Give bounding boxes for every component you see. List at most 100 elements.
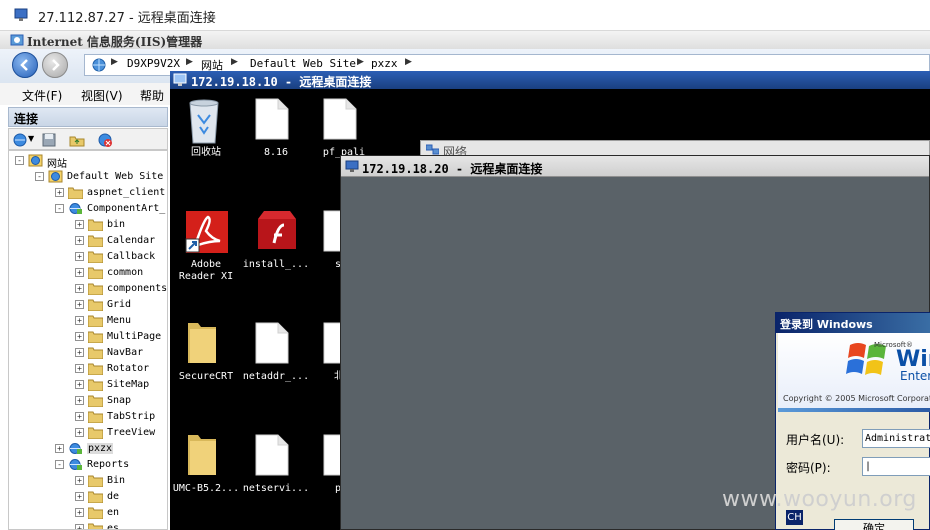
expand-icon[interactable]: + <box>55 444 64 453</box>
expand-icon[interactable]: + <box>75 380 84 389</box>
breadcrumb-default-web-site[interactable]: Default Web Site <box>250 57 356 70</box>
password-field[interactable]: | <box>862 457 930 476</box>
expand-icon[interactable]: + <box>75 316 84 325</box>
breadcrumb-server[interactable]: D9XP9V2X <box>127 57 180 70</box>
tree-item-label: SiteMap <box>107 379 150 390</box>
banner-strip <box>778 408 930 412</box>
expand-icon[interactable]: + <box>75 236 84 245</box>
folder-icon <box>87 298 104 312</box>
expand-icon[interactable]: + <box>75 252 84 261</box>
folder-icon <box>87 474 104 488</box>
ok-button[interactable]: 确定 <box>834 519 914 530</box>
menu-file[interactable]: 文件(F) <box>22 87 62 104</box>
save-icon[interactable] <box>41 132 57 148</box>
desktop-icon-label: UMC-B5.2... <box>172 483 240 494</box>
desktop-icon-label: 8.16 <box>263 147 289 158</box>
breadcrumb-separator-icon: ▶ <box>357 57 364 67</box>
collapse-icon[interactable]: - <box>15 156 24 165</box>
tree-item-label: Calendar <box>107 235 156 246</box>
username-label: 用户名(U): <box>786 433 845 447</box>
rdp1-title: 172.19.18.10 - 远程桌面连接 <box>191 75 372 89</box>
menu-bar: 文件(F) 视图(V) 帮助 <box>0 83 170 105</box>
expand-icon[interactable]: + <box>75 220 84 229</box>
menu-view[interactable]: 视图(V) <box>81 87 123 104</box>
password-label: 密码(P): <box>786 461 831 475</box>
connect-globe-icon[interactable] <box>12 132 28 148</box>
expand-icon[interactable]: + <box>75 332 84 341</box>
expand-icon[interactable]: + <box>75 492 84 501</box>
up-folder-icon[interactable] <box>69 132 85 148</box>
tree-item-label: ComponentArt_ <box>87 203 166 214</box>
remote-desktop-icon <box>14 8 28 21</box>
menu-help[interactable]: 帮助 <box>140 87 164 104</box>
disconnect-icon[interactable] <box>97 132 113 148</box>
site-icon <box>48 170 63 183</box>
folder-icon <box>87 426 104 440</box>
application-icon <box>68 442 83 455</box>
collapse-icon[interactable]: - <box>55 204 64 213</box>
collapse-icon[interactable]: - <box>55 460 64 469</box>
folder-icon <box>87 378 104 392</box>
expand-icon[interactable]: + <box>75 284 84 293</box>
application-icon <box>68 458 83 471</box>
file-icon <box>254 97 300 144</box>
tree-item-label: TreeView <box>107 427 156 438</box>
expand-icon[interactable]: + <box>55 188 64 197</box>
folder-icon <box>87 266 104 280</box>
tree-item-label: Snap <box>107 395 132 406</box>
desktop-icon-label: netservi... <box>242 483 310 494</box>
breadcrumb-separator-icon: ▶ <box>231 57 238 67</box>
login-titlebar[interactable]: 登录到 Windows <box>776 313 930 333</box>
folder-icon <box>87 218 104 232</box>
tree-item-label: NavBar <box>107 347 144 358</box>
breadcrumb-pxzx[interactable]: pxzx <box>371 57 398 70</box>
expand-icon[interactable]: + <box>75 524 84 529</box>
desktop-icon-label: install_... <box>242 259 310 270</box>
expand-icon[interactable]: + <box>75 348 84 357</box>
expand-icon[interactable]: + <box>75 412 84 421</box>
tree-item-label: Default Web Site <box>67 171 164 182</box>
iis-title: Internet 信息服务(IIS)管理器 <box>27 35 203 49</box>
folder-icon <box>67 186 84 200</box>
expand-icon[interactable]: + <box>75 268 84 277</box>
rdp2-titlebar[interactable]: 172.19.18.20 - 远程桌面连接 <box>341 156 929 177</box>
connections-header: 连接 <box>8 107 168 127</box>
rdp1-titlebar[interactable]: 172.19.18.10 - 远程桌面连接 <box>170 71 930 89</box>
login-title: 登录到 Windows <box>780 318 873 331</box>
tree-item-label: Callback <box>107 251 156 262</box>
forward-button[interactable] <box>42 52 68 78</box>
folder-icon <box>184 433 230 480</box>
remote-desktop-icon <box>173 73 187 86</box>
language-indicator[interactable]: CH <box>786 510 803 525</box>
expand-icon[interactable]: + <box>75 396 84 405</box>
collapse-icon[interactable]: - <box>35 172 44 181</box>
tree-item-label: Menu <box>107 315 132 326</box>
expand-icon[interactable]: + <box>75 428 84 437</box>
expand-icon[interactable]: + <box>75 364 84 373</box>
folder-icon <box>87 394 104 408</box>
adobe-reader-icon <box>184 209 230 258</box>
username-field[interactable]: Administrat <box>862 429 930 448</box>
folder-icon <box>87 330 104 344</box>
edition-label: Enter <box>900 369 930 383</box>
outer-window-titlebar[interactable]: 27.112.87.27 - 远程桌面连接 <box>0 0 930 31</box>
expand-icon[interactable]: + <box>75 476 84 485</box>
expand-icon[interactable]: + <box>75 300 84 309</box>
tree-item-label: bin <box>107 219 126 230</box>
connections-toolbar: ▼ <box>8 128 168 150</box>
breadcrumb-separator-icon: ▶ <box>405 57 412 67</box>
rdp2-title: 172.19.18.20 - 远程桌面连接 <box>362 162 543 176</box>
iis-titlebar[interactable]: Internet 信息服务(IIS)管理器 <box>0 31 930 49</box>
tree-item-label: 网站 <box>47 159 67 170</box>
tree-item-label: Reports <box>87 459 130 470</box>
arrow-left-icon <box>20 59 28 71</box>
folder-icon <box>87 346 104 360</box>
expand-icon[interactable]: + <box>75 508 84 517</box>
connections-label: 连接 <box>14 112 39 126</box>
back-button[interactable] <box>12 52 38 78</box>
tree-item-label: es <box>107 523 120 530</box>
desktop-icon-label: 回收站 <box>191 147 221 158</box>
folder-icon <box>87 362 104 376</box>
file-icon <box>254 321 300 368</box>
folder-icon <box>87 282 104 296</box>
